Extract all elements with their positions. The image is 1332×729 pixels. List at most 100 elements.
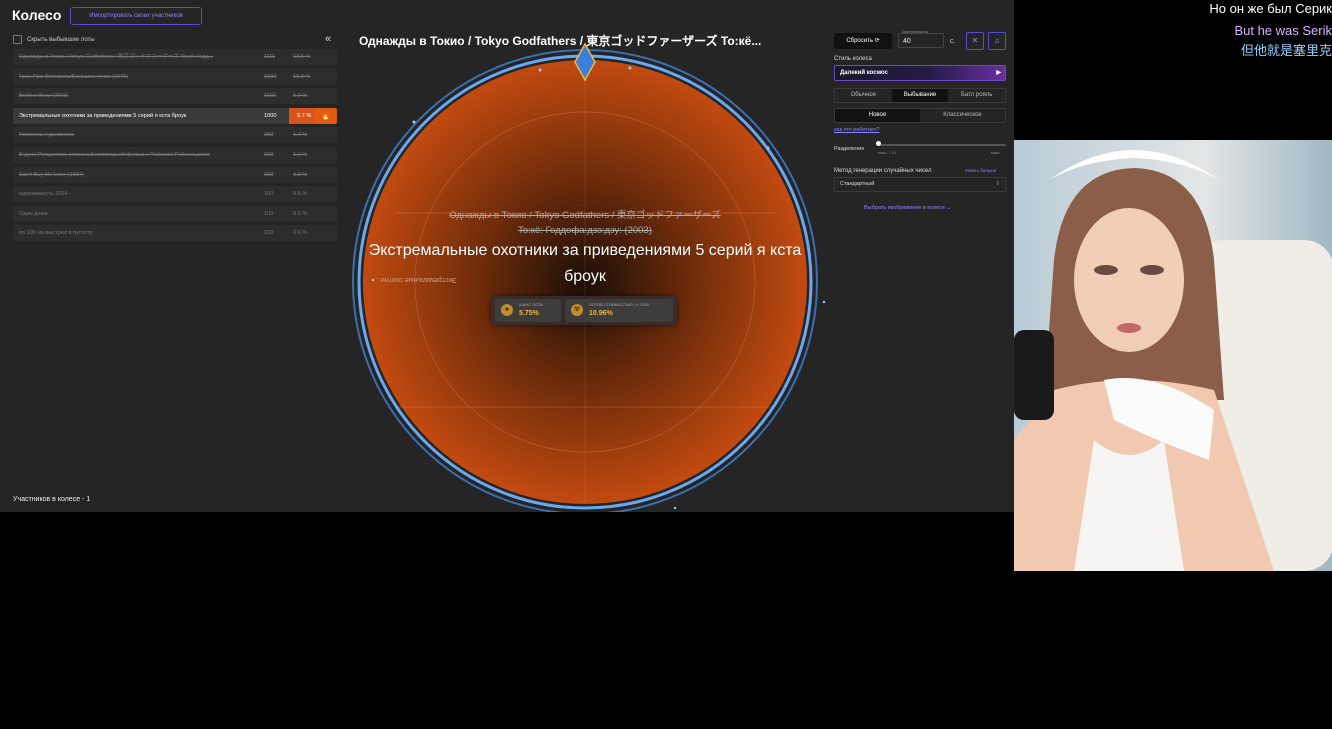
split-max-label: макс [991,150,1000,155]
lot-row[interactable]: по 100 на выстрел в пустоту 100 0.6 % [13,225,337,242]
chevron-updown-icon: ⇕ [995,181,1000,187]
star-icon [673,506,677,510]
lot-percent: 5.7 % [297,112,312,119]
lot-name: В духе Рождества, классный новогодний фи… [19,151,210,158]
subtitle-russian: Но он же был Серик [1209,1,1332,16]
lot-name: Can't Buy Me Love (1987) [19,171,84,178]
star-icon [628,66,632,70]
lot-name: одержимость 2014 [19,191,68,198]
lot-row[interactable]: Поплюнь с дьяволом 250 1.4 % [13,127,337,144]
chevron-down-icon: ⌄ [946,205,952,211]
lot-row[interactable]: одержимость 2014 100 0.6 % [13,186,337,203]
lot-odds-value: 10.96% [589,310,613,317]
dropped-lot-text: Однажды в Токио / Tokyo Godfathers / 東京ゴ… [449,210,721,236]
reset-button[interactable]: Сбросить ⟳ [834,33,892,49]
star-icon [766,146,770,150]
lot-amount: 100 [264,230,274,237]
refresh-icon: ⟳ [874,38,880,44]
lot-amount: 1000 [264,112,277,119]
import-participants-button[interactable]: Импортировать своих участников [70,7,202,25]
lot-amount: 1192 [264,93,277,100]
lot-chance-label: ШАНС ЛОТА [519,302,543,307]
star-icon [822,300,826,304]
choose-image-label: Выбрать изображение в колесе [864,205,945,211]
radiation-icon: ☢ [571,304,583,316]
lot-percent: 0.9 % [293,171,308,178]
hide-dropped-checkbox[interactable] [13,35,22,44]
webcam-video [1014,140,1332,571]
lot-name: по 100 на выстрел в пустоту [19,230,93,237]
rng-value: Стандартный [840,181,875,187]
lot-percent: 1.4 % [293,132,308,139]
duration-unit: с. [950,38,956,45]
wheel-style-value: Далекий космос [840,70,888,76]
lot-row[interactable]: Can't Buy Me Love (1987) 150 0.9 % [13,166,337,183]
choose-image-link[interactable]: Выбрать изображение в колесе ⌄ [864,205,951,211]
lot-amount: 1111 [264,54,276,60]
duration-input[interactable]: 40 [898,33,944,48]
hide-dropped-toggle[interactable]: Скрыть выбывшие лоты [13,35,95,44]
rng-select[interactable]: Стандартный ⇕ [834,177,1006,192]
split-slider[interactable] [878,144,1006,146]
tab-mode-battle-royale[interactable]: Батл рояль [948,89,1005,102]
subtitle-chinese: 但他就是塞里克 [1240,43,1332,58]
participants-count: Участников в колесе - 1 [13,496,91,503]
close-icon[interactable]: ✕ [966,32,984,50]
lot-percent: 0.6 % [293,230,308,237]
chevron-right-icon: ▶ [996,70,1001,76]
lot-chance-value: 5.75% [519,310,539,317]
lot-percent: 6.9 % [293,93,308,100]
tab-mode-elimination[interactable]: Выбывание [891,89,949,102]
wheel-title: Однажды в Токио / Tokyo Godfathers / 東京ゴ… [359,34,762,48]
webcam-image [1014,140,1332,571]
reset-button-label: Сбросить [846,38,873,44]
fire-icon[interactable]: 🔥 [314,107,337,124]
page-title: Колесо [12,7,62,23]
lot-amount: 250 [264,132,274,139]
lot-percent: 18.3 % [293,73,311,80]
lot-percent: 1.1 % [293,151,308,158]
lot-amount: 150 [264,171,274,178]
lots-list: Однажды в Токио / Tokyo Godfathers / 東京ゴ… [13,49,337,245]
subtitle-english: But he was Serik [1234,23,1332,38]
lot-row-winner[interactable]: Экстремальные охотники за приведениями 5… [13,107,337,124]
wheel-style-label: Стиль колеса [834,56,872,62]
lot-row[interactable]: Однажды в Токио / Tokyo Godfathers / 東京ゴ… [13,49,337,65]
wheel-app: Колесо Импортировать своих участников Ск… [0,0,1014,512]
tab-type-new[interactable]: Новое [835,109,920,122]
how-it-works-link[interactable]: как это работает? [834,127,879,133]
lot-name: Однажды в Токио / Tokyo Godfathers / 東京ゴ… [19,54,214,60]
tab-mode-normal[interactable]: Обычное [835,89,892,102]
lot-odds-box: ☢ ЛОТОВ СТОИМОСТЬЮ >= 1000 10.96% [565,299,673,322]
split-slider-handle[interactable] [876,141,881,146]
lot-name: Один дома [19,210,48,217]
wheel-style-select[interactable]: Далекий космос ▶ [834,65,1006,81]
lot-amount: 100 [264,191,274,198]
tab-type-classic[interactable]: Классическое [920,109,1005,122]
star-icon [538,68,542,72]
rng-learn-more-link[interactable]: Узнать больше [965,168,996,173]
music-icon[interactable]: ♫ [988,32,1006,50]
lot-percent: 0.6 % [293,210,308,217]
collapse-icon[interactable]: « [325,33,331,45]
lot-name: Экстремальные охотники за приведениями 5… [19,112,187,119]
lot-row[interactable]: Гран-При Флоквила/Большие гонки (1975) 3… [13,68,337,85]
coin-icon: ● [501,304,513,316]
lot-row[interactable]: В духе Рождества, классный новогодний фи… [13,146,337,163]
split-min-label: макс. / 10 [878,150,896,155]
lot-amount: 100 [264,210,274,217]
lot-name: Гран-При Флоквила/Большие гонки (1975) [19,73,129,80]
lot-amount: 3180 [264,73,277,80]
lot-chance-box: ● ШАНС ЛОТА 5.75% [495,299,561,322]
lot-amount: 200 [264,151,274,158]
lot-name: Поплюнь с дьяволом [19,132,74,139]
lot-percent: 63.5 % [293,54,311,60]
mode-switch: Обычное Выбывание Батл рояль [834,88,1006,103]
lot-row[interactable]: Brother Bear (2003) 1192 6.9 % [13,88,337,105]
lot-row[interactable]: Один дома 100 0.6 % [13,205,337,222]
lot-odds-label: ЛОТОВ СТОИМОСТЬЮ >= 1000 [589,302,649,307]
lot-name: Brother Bear (2003) [19,93,69,100]
split-label: Разделение [834,146,865,152]
hide-dropped-label: Скрыть выбывшие лоты [27,36,95,43]
mirrored-lot-text: Экстремальные охотни... [375,276,457,283]
